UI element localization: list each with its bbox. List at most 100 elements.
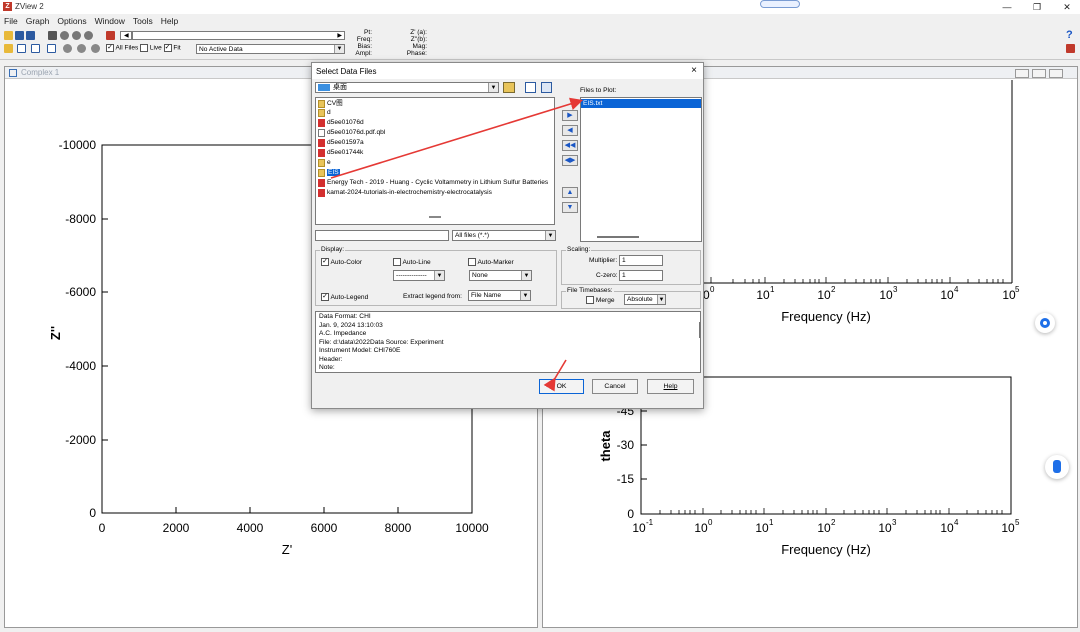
auto-line-label: Auto-Line xyxy=(402,258,431,266)
list-view-icon[interactable] xyxy=(525,82,536,93)
pdf-icon xyxy=(318,148,325,157)
auto-legend-option[interactable]: ✓ Auto-Legend xyxy=(321,293,368,301)
x-tick-label: 6000 xyxy=(311,521,338,535)
file-name: Energy Tech - 2019 - Huang - Cyclic Volt… xyxy=(327,179,549,186)
file-name: d xyxy=(327,109,331,116)
info-scroll-grip[interactable] xyxy=(699,322,700,338)
folder-icon xyxy=(318,99,325,108)
files-to-plot-list[interactable]: EIS.txt xyxy=(580,97,702,242)
move-down-button[interactable]: ▼ xyxy=(562,202,578,213)
x-tick-label: 10 xyxy=(817,288,831,302)
plot-file-item[interactable]: EIS.txt xyxy=(581,99,701,108)
floating-assistant-button[interactable] xyxy=(1035,313,1055,333)
file-type-value: All files (*.*) xyxy=(455,232,490,239)
x-tick-exponent: 3 xyxy=(892,518,897,527)
x-tick-label: 8000 xyxy=(385,521,412,535)
folder-dropdown[interactable]: 桌面 ▼ xyxy=(315,82,499,93)
x-tick-exponent: 0 xyxy=(710,285,715,294)
line-style-dropdown[interactable]: -------------- ▼ xyxy=(393,270,445,281)
file-type-dropdown[interactable]: All files (*.*) ▼ xyxy=(452,230,556,241)
x-tick-exponent: 3 xyxy=(893,285,898,294)
list-item[interactable]: d xyxy=(318,108,331,117)
plot-list-scroll-grip[interactable] xyxy=(597,236,639,238)
auto-marker-option[interactable]: Auto-Marker xyxy=(468,258,514,266)
folder-icon xyxy=(318,158,325,167)
up-folder-icon[interactable] xyxy=(503,82,515,93)
cancel-button[interactable]: Cancel xyxy=(592,379,638,394)
swap-files-button[interactable]: ◀▶ xyxy=(562,155,578,166)
x-tick-label: 10 xyxy=(1001,521,1015,535)
merge-checkbox[interactable] xyxy=(586,296,594,304)
details-view-icon[interactable] xyxy=(541,82,552,93)
pdf-icon xyxy=(318,188,325,197)
display-group-label: Display: xyxy=(320,246,346,253)
timebases-group-label: File Timebases: xyxy=(566,287,614,294)
help-button[interactable]: Help xyxy=(647,379,694,394)
complex-x-ticks: 0 2000 4000 6000 8000 10000 xyxy=(99,507,489,535)
extract-legend-label: Extract legend from: xyxy=(403,293,463,300)
x-tick-label: 10 xyxy=(632,521,646,535)
bode-top-x-axis-label: Frequency (Hz) xyxy=(781,309,871,324)
remove-all-button[interactable]: ◀◀ xyxy=(562,140,578,151)
list-scroll-grip[interactable] xyxy=(429,216,441,218)
merge-option[interactable]: Merge xyxy=(586,296,615,304)
x-tick-exponent: 0 xyxy=(708,518,713,527)
folder-value: 桌面 xyxy=(333,84,347,91)
file-icon xyxy=(318,128,325,137)
x-tick-label: 10 xyxy=(755,521,769,535)
list-item[interactable]: d5ee01076d.pdf.qbl xyxy=(318,128,385,137)
desktop-folder-icon xyxy=(318,84,330,91)
extract-legend-dropdown[interactable]: File Name ▼ xyxy=(468,290,531,301)
floating-clipboard-button[interactable] xyxy=(1045,455,1069,479)
x-tick-label: 10 xyxy=(817,521,831,535)
dialog-titlebar: Select Data Files × xyxy=(312,63,703,79)
x-tick-label: 10 xyxy=(878,521,892,535)
line-style-value: -------------- xyxy=(396,272,427,279)
info-line: Jan. 9, 2024 13:10:03 xyxy=(319,321,383,329)
czero-input[interactable]: 1 xyxy=(619,270,663,281)
list-item-selected[interactable]: EIS xyxy=(318,168,340,177)
x-tick-label: 10 xyxy=(1002,288,1016,302)
x-tick-label: 0 xyxy=(99,521,106,535)
dialog-close-button[interactable]: × xyxy=(691,65,697,76)
file-name: e xyxy=(327,159,331,166)
list-item[interactable]: kamat-2024-tutorials-in-electrochemistry… xyxy=(318,188,492,197)
timebase-dropdown[interactable]: Absolute ▼ xyxy=(624,294,666,305)
auto-line-option[interactable]: Auto-Line xyxy=(393,258,431,266)
x-tick-exponent: -1 xyxy=(646,518,654,527)
move-up-button[interactable]: ▲ xyxy=(562,187,578,198)
list-item[interactable]: e xyxy=(318,158,331,167)
complex-y-axis-label: Z'' xyxy=(48,326,63,340)
marker-dropdown[interactable]: None ▼ xyxy=(469,270,532,281)
file-name: CV图 xyxy=(327,100,343,107)
multiplier-input[interactable]: 1 xyxy=(619,255,663,266)
extract-legend-value: File Name xyxy=(471,292,502,299)
auto-color-option[interactable]: ✓ Auto-Color xyxy=(321,258,362,266)
remove-file-button[interactable]: ◀ xyxy=(562,125,578,136)
x-tick-exponent: 4 xyxy=(954,518,959,527)
ok-button[interactable]: OK xyxy=(539,379,584,394)
info-line: File: d:\data\2022Data Source: Experimen… xyxy=(319,338,444,346)
list-item[interactable]: Energy Tech - 2019 - Huang - Cyclic Volt… xyxy=(318,178,548,187)
auto-color-checkbox[interactable]: ✓ xyxy=(321,258,329,266)
auto-line-checkbox[interactable] xyxy=(393,258,401,266)
file-list[interactable]: CV图 d d5ee01076d d5ee01076d.pdf.qbl d5ee… xyxy=(315,97,555,225)
info-line: Data Format: CHI xyxy=(319,313,371,320)
list-item[interactable]: d5ee01597a xyxy=(318,138,364,147)
auto-legend-checkbox[interactable]: ✓ xyxy=(321,293,329,301)
list-item[interactable]: CV图 xyxy=(318,99,343,108)
bode-bottom-y-axis-label: theta xyxy=(598,430,613,462)
list-item[interactable]: d5ee01076d xyxy=(318,118,364,127)
multiplier-label: Multiplier: xyxy=(589,257,618,264)
x-tick-label: 10 xyxy=(940,521,954,535)
folder-icon xyxy=(318,168,325,177)
filename-input[interactable] xyxy=(315,230,449,241)
x-tick-label: 2000 xyxy=(163,521,190,535)
list-item[interactable]: d5ee01744k xyxy=(318,148,363,157)
file-name: d5ee01076d xyxy=(327,119,364,126)
y-tick-label: 0 xyxy=(89,506,96,520)
auto-marker-checkbox[interactable] xyxy=(468,258,476,266)
add-file-button[interactable]: ▶ xyxy=(562,110,578,121)
file-name: EIS xyxy=(327,169,340,176)
x-tick-label: 10000 xyxy=(455,521,489,535)
